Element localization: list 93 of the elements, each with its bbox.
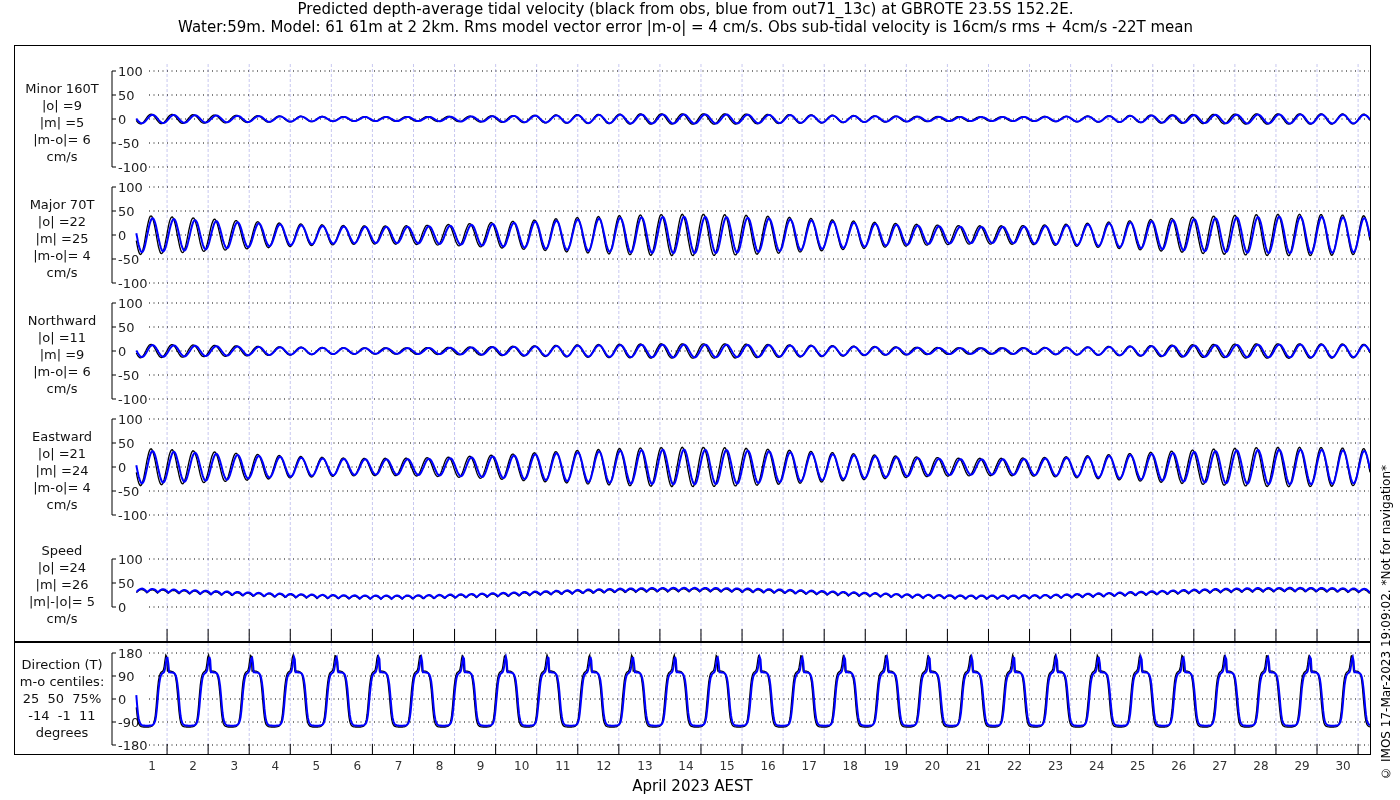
stat-label: |m|-|o|= 5	[28, 593, 96, 610]
tick-label: 12	[596, 759, 612, 773]
stat-label: cm/s	[46, 610, 78, 627]
tick-label: 100	[118, 412, 143, 427]
tick-label: 100	[118, 552, 143, 567]
tick-label: 18	[842, 759, 858, 773]
tick-label: 10	[514, 759, 530, 773]
copyright-note: © IMOS 17-Mar-2023 19:09:02. *Not for navigation*	[1377, 465, 1394, 780]
tick-label: 20	[924, 759, 941, 773]
tick-label: 23	[1047, 759, 1064, 773]
tick-label: 26	[1171, 759, 1187, 773]
tick-label: 7	[394, 759, 403, 773]
tick-label: 0	[118, 344, 127, 359]
stat-label: |m-o|= 6	[33, 130, 91, 148]
tick-label: 100	[118, 64, 143, 79]
axis-title: April 2023 AEST	[632, 776, 753, 797]
tick-label: 16	[760, 759, 776, 773]
tick-label: -100	[118, 508, 148, 523]
tick-label: -100	[118, 160, 148, 175]
tick-label: 27	[1212, 759, 1228, 773]
tick-label: -50	[118, 136, 140, 151]
stat-label: m-o centiles:	[19, 673, 105, 690]
tick-label: -50	[118, 368, 140, 383]
tick-label: 100	[118, 180, 143, 195]
tick-label: 90	[118, 669, 135, 684]
stat-label: Major 70T	[29, 195, 95, 213]
tick-label: 24	[1089, 759, 1105, 773]
stat-label: Minor 160T	[25, 79, 99, 97]
stat-label: degrees	[35, 724, 89, 741]
tick-label: -50	[118, 252, 140, 267]
tick-label: 25	[1130, 759, 1146, 773]
tick-label: 15	[719, 759, 735, 773]
tick-label: 0	[118, 228, 127, 243]
tick-label: -50	[118, 484, 140, 499]
stat-label: cm/s	[46, 379, 78, 397]
tick-label: 180	[118, 646, 143, 661]
stat-label: |o| =24	[37, 559, 87, 576]
tick-label: 50	[118, 576, 135, 591]
tick-label: 21	[965, 759, 982, 773]
stat-label: |m| =24	[35, 461, 89, 479]
stat-label: Eastward	[32, 427, 92, 445]
chart-title: Predicted depth-average tidal velocity (black from obs, blue from out71_13c) at GBROTE 23.5S 152.2E.	[297, 0, 1074, 18]
tick-label: 29	[1294, 759, 1310, 773]
tick-label: 17	[801, 759, 817, 773]
stat-label: |m-o|= 4	[33, 246, 91, 264]
stat-label: cm/s	[46, 263, 78, 281]
tick-label: 100	[118, 296, 143, 311]
tick-label: 19	[883, 759, 899, 773]
stat-label: cm/s	[46, 495, 78, 513]
tick-label: 50	[118, 320, 135, 335]
tick-label: 8	[435, 759, 444, 773]
tick-label: -100	[118, 392, 148, 407]
tick-label: 50	[118, 88, 135, 103]
stat-label: |o| =11	[37, 328, 87, 346]
tick-label: 28	[1253, 759, 1269, 773]
stat-label: |m| =25	[35, 229, 89, 247]
tick-label: 3	[230, 759, 239, 773]
tick-label: 5	[312, 759, 321, 773]
stat-label: |m-o|= 6	[33, 362, 91, 380]
stat-label: Direction (T)	[21, 656, 103, 673]
tick-label: 22	[1006, 759, 1023, 773]
y-axis	[111, 558, 117, 608]
chart-title: Water:59m. Model: 61 61m at 2 2km. Rms model vector error |m-o| = 4 cm/s. Obs sub-tidal velocity is 16cm/s rms + 4cm/s -22T mean	[178, 18, 1193, 36]
stat-label: Speed	[41, 542, 83, 559]
stat-label: |m-o|= 4	[33, 478, 91, 496]
tick-label: 14	[678, 759, 694, 773]
tick-label: 11	[555, 759, 571, 773]
tick-label: 4	[271, 759, 280, 773]
tick-label: 50	[118, 436, 135, 451]
tick-label: -180	[118, 738, 148, 753]
tick-label: 2	[189, 759, 197, 773]
tick-label: 50	[118, 204, 135, 219]
tick-label: -90	[118, 715, 140, 730]
stat-label: |m| =9	[39, 345, 85, 363]
stat-label: |m| =26	[35, 576, 89, 593]
stat-label: |m| =5	[39, 113, 85, 131]
stat-label: |o| =9	[42, 96, 82, 114]
tick-label: 6	[353, 759, 362, 773]
stat-label: |o| =22	[37, 212, 87, 230]
tick-label: 0	[118, 460, 127, 475]
tick-label: -100	[118, 276, 148, 291]
stat-label: Northward	[27, 311, 97, 329]
stat-label: 25 50 75%	[22, 690, 102, 707]
stat-label: -14 -1 11	[28, 707, 96, 724]
tick-label: 1	[148, 759, 156, 773]
tick-label: 0	[118, 112, 127, 127]
tick-label: 0	[118, 692, 127, 707]
tick-label: 30	[1335, 759, 1351, 773]
tick-label: 0	[118, 600, 127, 615]
stat-label: cm/s	[46, 147, 78, 165]
tick-label: 9	[476, 759, 485, 773]
tick-label: 13	[637, 759, 653, 773]
stat-label: |o| =21	[37, 444, 87, 462]
